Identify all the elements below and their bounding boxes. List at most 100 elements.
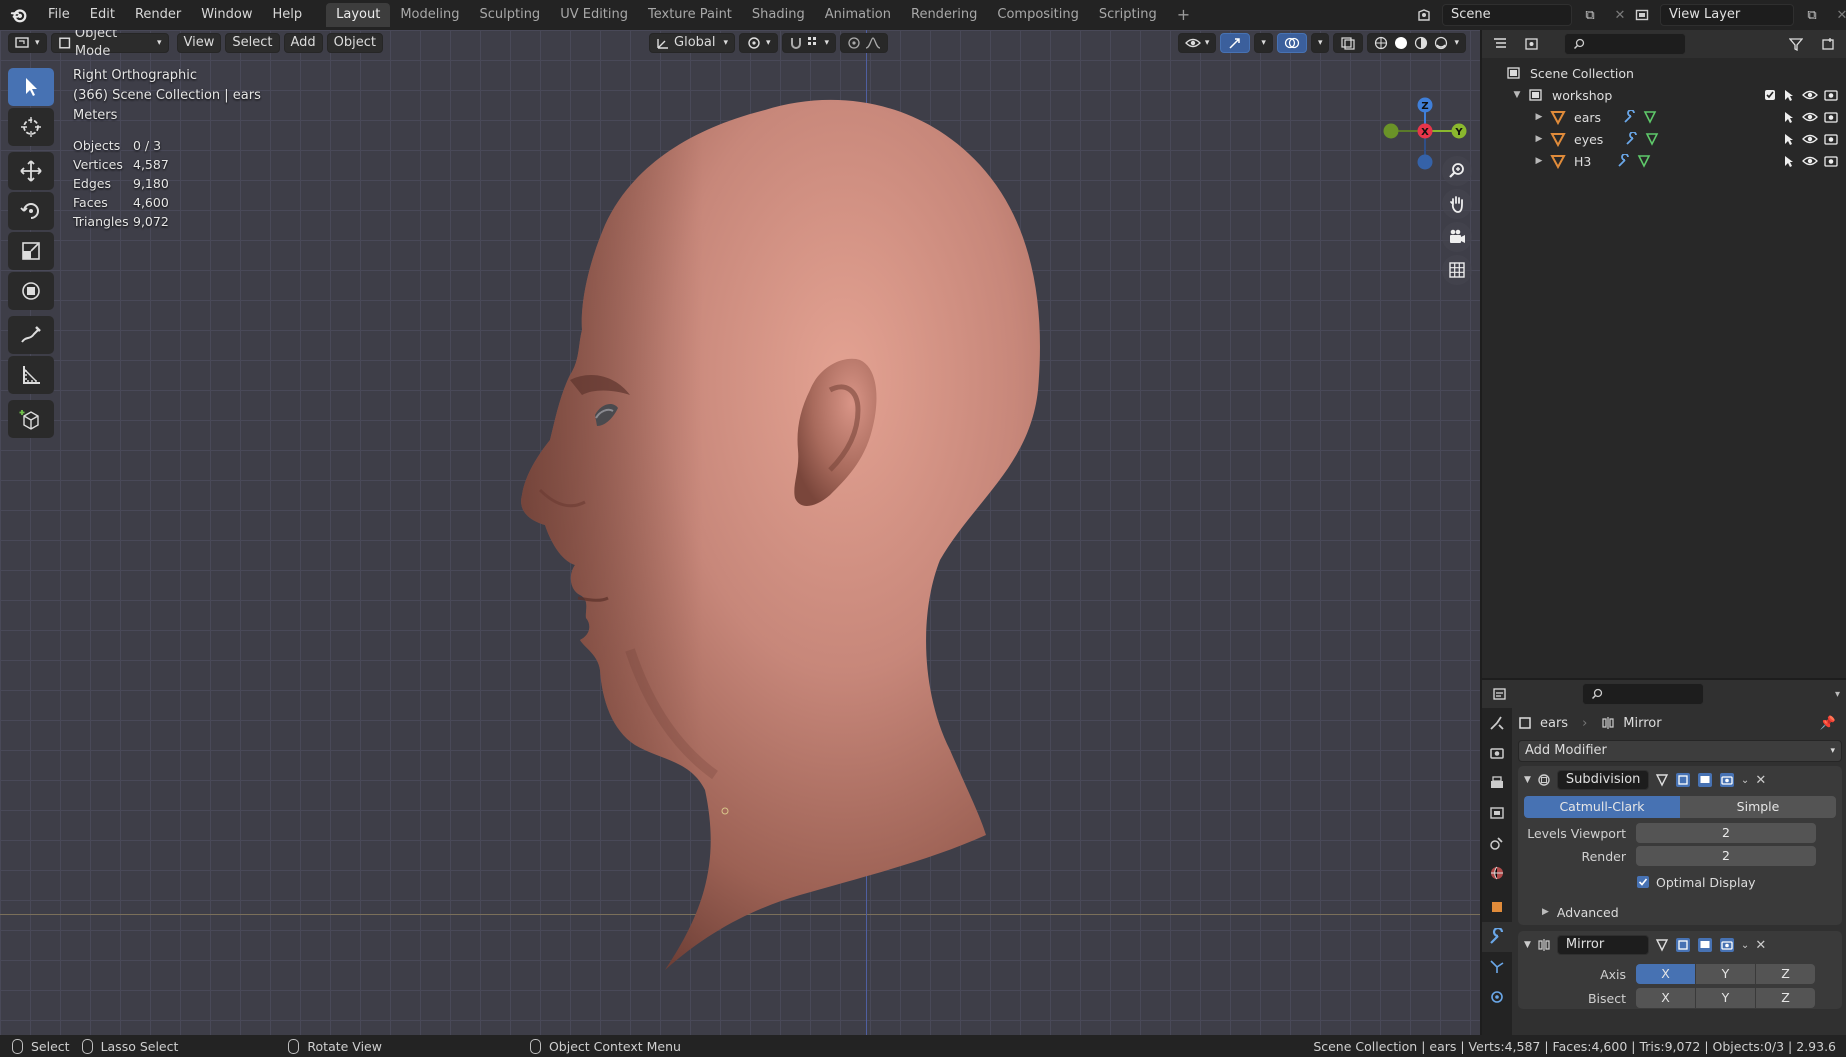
tab-uv-editing[interactable]: UV Editing [550, 3, 638, 27]
snap-button[interactable]: ▾ [781, 33, 837, 53]
menu-render[interactable]: Render [125, 0, 191, 30]
render-camera-icon[interactable] [1824, 154, 1838, 168]
render-toggle-icon[interactable] [1719, 937, 1735, 953]
select-box-tool[interactable] [8, 68, 54, 106]
pivot-point-button[interactable]: ▾ [739, 33, 778, 53]
mode-selector[interactable]: Object Mode ▾ [50, 30, 169, 59]
collapse-triangle-icon[interactable]: ▼ [1510, 90, 1524, 100]
gizmo-toggle-button[interactable] [1220, 33, 1251, 53]
tab-compositing[interactable]: Compositing [987, 3, 1089, 27]
axis-z-toggle[interactable]: Z [1756, 964, 1815, 984]
eye-icon[interactable] [1802, 88, 1818, 102]
selectable-arrow-icon[interactable] [1782, 154, 1796, 168]
tab-render[interactable] [1482, 738, 1512, 768]
mesh-data-icon[interactable] [1637, 154, 1651, 168]
chevron-down-icon[interactable]: ⌄ [1741, 775, 1749, 786]
menu-select[interactable]: Select [225, 33, 280, 53]
tab-sculpting[interactable]: Sculpting [469, 3, 550, 27]
new-scene-icon[interactable]: ⧉ [1578, 4, 1602, 26]
mirror-name-field[interactable]: Mirror [1556, 935, 1649, 955]
pin-icon[interactable]: 📌 [1820, 716, 1836, 731]
measure-tool[interactable] [8, 356, 54, 394]
add-workspace-button[interactable]: + [1167, 3, 1200, 27]
object-row-eyes[interactable]: ▶ eyes [1482, 128, 1846, 150]
subdivision-name-field[interactable]: Subdivision [1556, 770, 1649, 790]
collapse-triangle-icon[interactable]: ▼ [1524, 775, 1531, 785]
tab-tool[interactable] [1482, 708, 1512, 738]
close-icon[interactable]: ✕ [1755, 773, 1766, 788]
delete-view-layer-icon[interactable]: ✕ [1830, 4, 1846, 26]
add-modifier-dropdown[interactable]: Add Modifier ▾ [1518, 740, 1842, 762]
collection-row-workshop[interactable]: ▼ workshop [1482, 84, 1846, 106]
mesh-data-icon[interactable] [1643, 110, 1657, 124]
gizmo-options-button[interactable]: ▾ [1254, 33, 1273, 53]
render-camera-icon[interactable] [1824, 88, 1838, 102]
chevron-down-icon[interactable]: ▾ [1835, 689, 1840, 700]
menu-help[interactable]: Help [263, 0, 313, 30]
selectable-arrow-icon[interactable] [1782, 132, 1796, 146]
camera-view-button[interactable] [1442, 222, 1472, 252]
edit-mode-toggle-icon[interactable] [1655, 773, 1669, 787]
scale-tool[interactable] [8, 232, 54, 270]
scene-icon[interactable] [1412, 4, 1436, 26]
menu-view[interactable]: View [176, 33, 222, 53]
axis-x-toggle[interactable]: X [1636, 964, 1695, 984]
orientation-selector[interactable]: Global ▾ [649, 33, 736, 53]
expand-triangle-icon[interactable]: ▶ [1532, 112, 1546, 122]
expand-triangle-icon[interactable]: ▶ [1532, 134, 1546, 144]
menu-add[interactable]: Add [283, 33, 323, 53]
render-toggle-icon[interactable] [1719, 772, 1735, 788]
render-camera-icon[interactable] [1824, 110, 1838, 124]
filter-icon[interactable] [1784, 33, 1808, 55]
proportional-edit-button[interactable] [840, 33, 889, 53]
view-layer-icon[interactable] [1630, 4, 1654, 26]
annotate-tool[interactable] [8, 316, 54, 354]
display-mode-icon[interactable] [1520, 33, 1544, 55]
tab-modifiers[interactable] [1482, 922, 1512, 952]
render-camera-icon[interactable] [1824, 132, 1838, 146]
tab-animation[interactable]: Animation [815, 3, 901, 27]
advanced-subpanel[interactable]: ▶ Advanced [1524, 899, 1836, 925]
tab-object[interactable] [1482, 892, 1512, 922]
object-row-ears[interactable]: ▶ ears [1482, 106, 1846, 128]
cage-toggle-icon[interactable] [1675, 772, 1691, 788]
render-levels-field[interactable]: 2 [1636, 846, 1816, 866]
properties-editor-type-icon[interactable] [1488, 683, 1512, 705]
overlays-toggle-button[interactable] [1276, 33, 1307, 53]
delete-scene-icon[interactable]: ✕ [1608, 4, 1632, 26]
tab-modeling[interactable]: Modeling [390, 3, 469, 27]
expand-triangle-icon[interactable]: ▶ [1532, 156, 1546, 166]
close-icon[interactable]: ✕ [1755, 938, 1766, 953]
scene-name-field[interactable]: Scene [1442, 4, 1572, 26]
outliner-editor-type-icon[interactable] [1488, 33, 1512, 55]
tab-physics[interactable] [1482, 982, 1512, 1012]
eye-icon[interactable] [1802, 132, 1818, 146]
collapse-triangle-icon[interactable]: ▼ [1524, 940, 1531, 950]
tab-particles[interactable] [1482, 952, 1512, 982]
wrench-icon[interactable] [1623, 110, 1637, 124]
selectable-arrow-icon[interactable] [1782, 88, 1796, 102]
levels-viewport-field[interactable]: 2 [1636, 823, 1816, 843]
menu-window[interactable]: Window [191, 0, 262, 30]
bisect-z-toggle[interactable]: Z [1756, 988, 1815, 1008]
view-layer-field[interactable]: View Layer [1660, 4, 1794, 26]
selectable-arrow-icon[interactable] [1782, 110, 1796, 124]
move-tool[interactable] [8, 152, 54, 190]
properties-search-input[interactable] [1582, 683, 1704, 705]
tab-output[interactable] [1482, 768, 1512, 798]
tab-shading[interactable]: Shading [742, 3, 815, 27]
cage-toggle-icon[interactable] [1675, 937, 1691, 953]
wireframe-shading-icon[interactable] [1374, 36, 1388, 50]
optimal-display-checkbox[interactable] [1636, 875, 1650, 889]
new-collection-icon[interactable] [1816, 33, 1840, 55]
material-shading-icon[interactable] [1414, 36, 1428, 50]
blender-logo-icon[interactable] [0, 0, 38, 30]
eye-icon[interactable] [1802, 154, 1818, 168]
chevron-down-icon[interactable]: ⌄ [1741, 940, 1749, 951]
tab-view-layer[interactable] [1482, 798, 1512, 828]
rotate-tool[interactable] [8, 192, 54, 230]
perspective-toggle-button[interactable] [1442, 255, 1472, 285]
cursor-tool[interactable] [8, 108, 54, 146]
edit-mode-toggle-icon[interactable] [1655, 938, 1669, 952]
transform-tool[interactable] [8, 272, 54, 310]
